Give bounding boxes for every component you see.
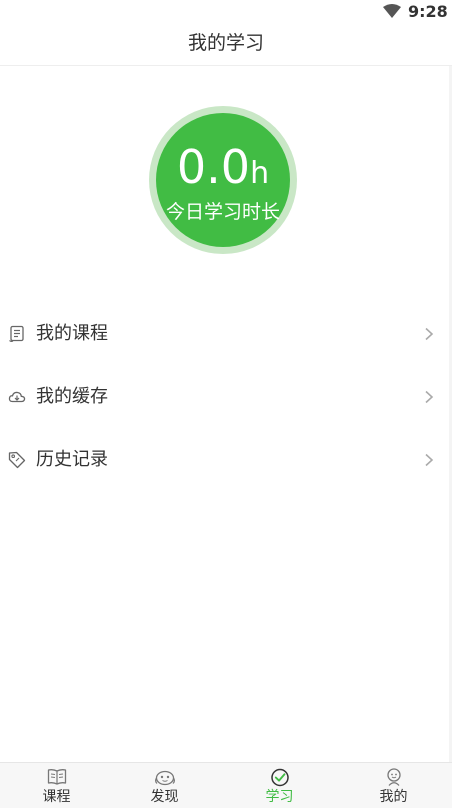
bottom-tab-bar: 课程 发现 学习 我的 — [0, 762, 452, 808]
tab-label: 我的 — [379, 789, 408, 805]
menu-item-label: 我的课程 — [36, 323, 108, 344]
menu-item-label: 历史记录 — [36, 449, 108, 470]
chevron-right-icon — [425, 327, 434, 341]
page-title: 我的学习 — [187, 32, 264, 54]
study-hours-unit: h — [250, 156, 270, 191]
title-bar: 我的学习 — [0, 24, 452, 66]
menu-item-my-cache[interactable]: 我的缓存 — [0, 374, 449, 420]
book-icon — [47, 769, 66, 785]
tab-courses[interactable]: 课程 — [0, 763, 113, 808]
study-time-caption: 今日学习时长 — [165, 201, 280, 223]
tag-history-icon — [8, 451, 26, 469]
tab-label: 发现 — [150, 789, 179, 805]
check-circle-icon — [270, 768, 289, 787]
chevron-right-icon — [425, 453, 434, 467]
status-time: 9:28 — [408, 2, 448, 21]
study-hours-value: 0.0 — [176, 140, 251, 194]
study-time-circle[interactable]: 0.0h 今日学习时长 — [156, 113, 290, 247]
tab-label: 学习 — [265, 789, 294, 805]
menu-item-label: 我的缓存 — [36, 386, 108, 407]
profile-icon — [386, 768, 401, 786]
tab-discover[interactable]: 发现 — [108, 763, 221, 808]
menu-item-my-courses[interactable]: 我的课程 — [0, 311, 449, 357]
tab-profile[interactable]: 我的 — [337, 763, 450, 808]
cloud-cache-icon — [8, 391, 26, 403]
discover-icon — [154, 770, 175, 786]
status-bar: 9:28 — [0, 0, 452, 24]
tab-label: 课程 — [42, 789, 71, 805]
menu-item-history[interactable]: 历史记录 — [0, 437, 449, 483]
chevron-right-icon — [425, 390, 434, 404]
study-hours: 0.0h — [156, 139, 290, 206]
wifi-icon — [383, 4, 401, 18]
tab-study[interactable]: 学习 — [223, 763, 336, 808]
course-list-icon — [9, 325, 24, 342]
